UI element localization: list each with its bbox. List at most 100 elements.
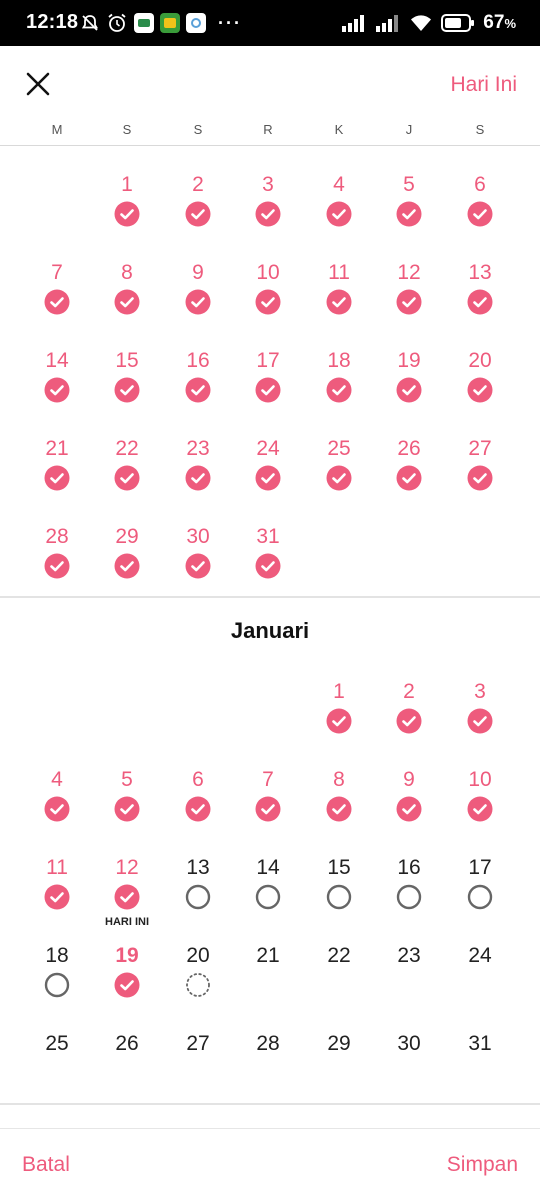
check-circle-icon (114, 289, 140, 315)
calendar-day[interactable]: 27 (168, 1032, 228, 1056)
wifi-icon (411, 15, 432, 31)
calendar-day[interactable]: 24 (238, 437, 298, 491)
status-bar: 12:18 ··· 67% (0, 0, 540, 46)
calendar-day[interactable]: 10 (450, 768, 510, 822)
calendar-day[interactable]: 5 (379, 173, 439, 227)
check-circle-icon (255, 465, 281, 491)
calendar-day[interactable]: 13 (168, 856, 228, 910)
day-number: 10 (468, 768, 492, 791)
calendar-day[interactable]: 23 (168, 437, 228, 491)
calendar-day[interactable]: 6 (450, 173, 510, 227)
calendar-day[interactable]: 7 (238, 768, 298, 822)
app-icon-3 (186, 13, 206, 33)
check-circle-icon (326, 201, 352, 227)
calendar-day[interactable]: 12 (379, 261, 439, 315)
day-number: 11 (328, 261, 350, 284)
weekday-label: S (475, 122, 485, 137)
calendar-day[interactable]: 24 (450, 944, 510, 968)
close-icon (26, 72, 50, 96)
calendar-day[interactable]: 9 (379, 768, 439, 822)
calendar-day[interactable]: 3 (238, 173, 298, 227)
calendar-day[interactable]: 6 (168, 768, 228, 822)
weekday-label: K (334, 122, 344, 137)
calendar-day[interactable]: 21 (27, 437, 87, 491)
calendar-day[interactable]: 26 (379, 437, 439, 491)
calendar-day[interactable]: 29 (97, 525, 157, 579)
today-button[interactable]: Hari Ini (450, 73, 517, 97)
calendar-day[interactable]: 25 (309, 437, 369, 491)
calendar-day[interactable]: 26 (97, 1032, 157, 1056)
day-number: 11 (46, 856, 68, 879)
calendar-day[interactable]: 27 (450, 437, 510, 491)
calendar-day[interactable]: 2 (379, 680, 439, 734)
calendar-day[interactable]: 29 (309, 1032, 369, 1056)
day-number: 1 (121, 173, 133, 196)
calendar-day[interactable]: 30 (168, 525, 228, 579)
calendar-day[interactable]: 20 (168, 944, 228, 998)
calendar-day[interactable]: 1 (97, 173, 157, 227)
alarm-icon (108, 13, 126, 32)
calendar-day[interactable]: 11 (27, 856, 87, 910)
calendar-day[interactable]: 18 (27, 944, 87, 998)
check-circle-icon (44, 553, 70, 579)
check-circle-icon (114, 201, 140, 227)
calendar-day[interactable]: 17 (450, 856, 510, 910)
footer: Batal Simpan (0, 1128, 540, 1200)
calendar-day[interactable]: 2 (168, 173, 228, 227)
calendar-day[interactable]: 9 (168, 261, 228, 315)
cancel-button[interactable]: Batal (22, 1153, 70, 1177)
calendar-day[interactable]: 31 (238, 525, 298, 579)
calendar-day[interactable]: 15 (309, 856, 369, 910)
day-number: 3 (474, 680, 486, 703)
calendar-day[interactable]: 17 (238, 349, 298, 403)
day-number: 1 (333, 680, 345, 703)
check-circle-icon (185, 553, 211, 579)
calendar-day[interactable]: 21 (238, 944, 298, 968)
calendar-day[interactable]: 10 (238, 261, 298, 315)
calendar-day[interactable]: 5 (97, 768, 157, 822)
calendar-day[interactable]: 28 (238, 1032, 298, 1056)
check-circle-icon (396, 796, 422, 822)
more-notifications-icon: ··· (218, 12, 242, 33)
calendar-day[interactable]: 12 (97, 856, 157, 910)
calendar-day[interactable]: 31 (450, 1032, 510, 1056)
check-circle-icon (326, 289, 352, 315)
calendar-day[interactable]: 4 (27, 768, 87, 822)
calendar-day[interactable]: 14 (238, 856, 298, 910)
calendar-day[interactable]: HARI INI 19 (97, 916, 157, 998)
save-button[interactable]: Simpan (447, 1153, 518, 1177)
calendar-day[interactable]: 22 (309, 944, 369, 968)
calendar-day[interactable]: 16 (168, 349, 228, 403)
calendar-day[interactable]: 19 (379, 349, 439, 403)
calendar-day[interactable]: 4 (309, 173, 369, 227)
calendar-day[interactable]: 11 (309, 261, 369, 315)
calendar-day[interactable]: 8 (309, 768, 369, 822)
month-divider (0, 596, 540, 598)
check-circle-icon (114, 796, 140, 822)
calendar-day[interactable]: 7 (27, 261, 87, 315)
day-number: 8 (121, 261, 133, 284)
day-number: 10 (256, 261, 280, 284)
calendar-day[interactable]: 3 (450, 680, 510, 734)
calendar-day[interactable]: 20 (450, 349, 510, 403)
empty-circle-icon (185, 884, 211, 910)
calendar-day[interactable]: 14 (27, 349, 87, 403)
day-number: 2 (403, 680, 415, 703)
calendar-day[interactable]: 16 (379, 856, 439, 910)
close-button[interactable] (22, 68, 54, 100)
calendar-day[interactable]: 28 (27, 525, 87, 579)
calendar-day[interactable]: 8 (97, 261, 157, 315)
day-number: 22 (115, 437, 139, 460)
calendar-day[interactable]: 18 (309, 349, 369, 403)
calendar-day[interactable]: 30 (379, 1032, 439, 1056)
calendar-day[interactable]: 1 (309, 680, 369, 734)
day-number: 28 (45, 525, 69, 548)
calendar-day[interactable]: 15 (97, 349, 157, 403)
calendar-day[interactable]: 22 (97, 437, 157, 491)
calendar-day[interactable]: 25 (27, 1032, 87, 1056)
month-title: Januari (230, 618, 310, 643)
calendar-day[interactable]: 23 (379, 944, 439, 968)
day-number: 27 (186, 1032, 210, 1055)
check-circle-icon (467, 289, 493, 315)
calendar-day[interactable]: 13 (450, 261, 510, 315)
